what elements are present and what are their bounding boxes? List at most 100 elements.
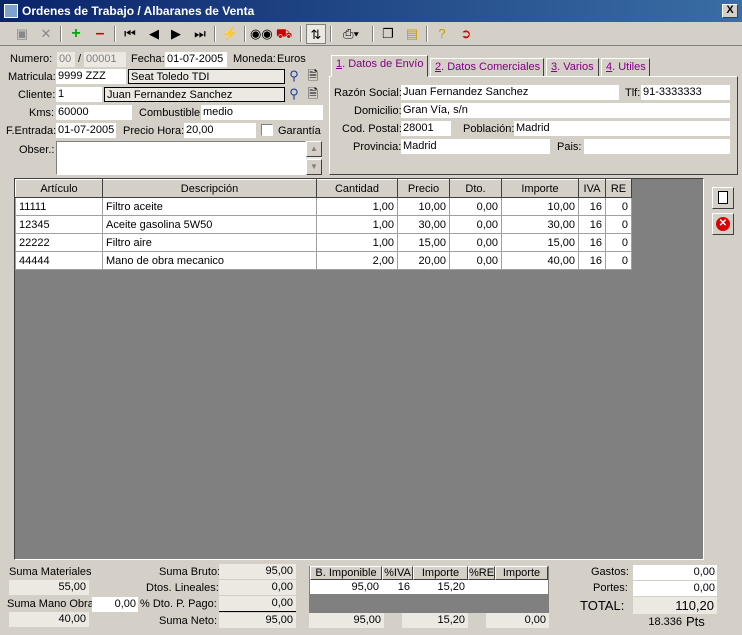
cell-re[interactable]: 0 [605,215,632,234]
cell-importe[interactable]: 40,00 [501,251,579,270]
domicilio-field[interactable]: Gran Vía, s/n [401,103,730,118]
cell-articulo[interactable]: 12345 [15,215,103,234]
column-header[interactable]: IVA [578,179,606,198]
sort-icon[interactable]: ⇅ [306,24,326,44]
table-row[interactable]: 44444 Mano de obra mecanico 2,00 20,00 0… [15,251,632,270]
add-icon[interactable]: + [66,24,86,44]
fecha-field[interactable]: 01-07-2005 [165,52,227,67]
obser-textarea[interactable] [56,141,306,175]
cell-articulo[interactable]: 44444 [15,251,103,270]
cell-iva[interactable]: 16 [578,233,606,252]
cell-precio[interactable]: 10,00 [397,197,450,216]
kms-field[interactable]: 60000 [56,105,132,120]
cell-cantidad[interactable]: 1,00 [316,215,398,234]
razon-field[interactable]: Juan Fernandez Sanchez [401,85,619,100]
print-icon[interactable]: ⎙▾ [336,24,366,44]
document-search-icon[interactable]: 🗎 [305,68,321,84]
scroll-down-icon[interactable]: ▼ [306,159,322,175]
new-line-button[interactable] [712,187,734,209]
cell-articulo[interactable]: 11111 [15,197,103,216]
cell-precio[interactable]: 20,00 [397,251,450,270]
cell-cantidad[interactable]: 1,00 [316,197,398,216]
matricula-field[interactable]: 9999 ZZZ [56,69,126,84]
cell-articulo[interactable]: 22222 [15,233,103,252]
exit-icon[interactable]: ➲ [456,24,476,44]
dto-pp-pct-field[interactable]: 0,00 [92,597,138,612]
provincia-field[interactable]: Madrid [401,139,550,154]
close-button[interactable]: X [722,4,738,18]
last-icon[interactable]: ⏭ [190,24,210,44]
tab-varios[interactable]: 3. Varios [546,58,599,77]
tab-datos-envio[interactable]: 1. Datos de Envío [331,55,428,77]
tab-datos-comerciales[interactable]: 2. Datos Comerciales [430,58,544,77]
column-header[interactable]: Artículo [15,179,103,198]
precio-hora-field[interactable]: 20,00 [184,123,256,138]
cell-dto[interactable]: 0,00 [449,233,502,252]
suma-neto-value: 95,00 [219,613,296,628]
cell-re[interactable]: 0 [605,251,632,270]
search-icon[interactable]: ⚲ [286,68,302,84]
cell-importe[interactable]: 15,00 [501,233,579,252]
fentrada-field[interactable]: 01-07-2005 [56,123,116,138]
kms-label: Kms: [29,107,55,119]
combustible-field[interactable]: medio [201,105,323,120]
cell-precio[interactable]: 30,00 [397,215,450,234]
scroll-up-icon[interactable]: ▲ [306,141,322,157]
cell-iva[interactable]: 16 [578,215,606,234]
numero-field[interactable]: 00001 [84,52,126,67]
cell-descripcion[interactable]: Mano de obra mecanico [102,251,317,270]
cancel-icon[interactable]: ✕ [36,24,56,44]
obser-scrollbar[interactable]: ▲ ▼ [306,141,322,175]
cliente-code-field[interactable]: 1 [56,87,102,102]
cell-iva[interactable]: 16 [578,251,606,270]
iva-total-importe: 15,20 [402,613,468,628]
cell-descripcion[interactable]: Aceite gasolina 5W50 [102,215,317,234]
document-search-icon[interactable]: 🗎 [305,86,321,102]
portes-field[interactable]: 0,00 [633,581,717,596]
cell-cantidad[interactable]: 1,00 [316,233,398,252]
cell-cantidad[interactable]: 2,00 [316,251,398,270]
cell-dto[interactable]: 0,00 [449,251,502,270]
cell-precio[interactable]: 15,00 [397,233,450,252]
table-row[interactable]: 22222 Filtro aire 1,00 15,00 0,00 15,00 … [15,233,632,252]
numero-serie-field[interactable]: 00 [57,52,75,67]
poblacion-field[interactable]: Madrid [514,121,730,136]
column-header[interactable]: Descripción [102,179,317,198]
cp-field[interactable]: 28001 [401,121,451,136]
binoculars-icon[interactable]: ◉◉ [250,24,273,44]
cell-re[interactable]: 0 [605,233,632,252]
lines-grid[interactable]: Artículo Descripción Cantidad Precio Dto… [14,178,704,560]
first-icon[interactable]: ⏮ [120,24,140,44]
gastos-field[interactable]: 0,00 [633,565,717,580]
column-header[interactable]: RE [605,179,632,198]
lightning-icon[interactable]: ⚡ [220,24,240,44]
column-header[interactable]: Importe [501,179,579,198]
next-icon[interactable]: ▶ [166,24,186,44]
pais-field[interactable] [584,139,730,154]
help-icon[interactable]: ? [432,24,452,44]
garantia-checkbox[interactable] [261,124,273,136]
cell-iva[interactable]: 16 [578,197,606,216]
column-header[interactable]: Dto. [449,179,502,198]
save-icon[interactable]: ▣ [12,24,32,44]
column-header[interactable]: Precio [397,179,450,198]
delete-icon[interactable]: – [90,24,110,44]
cell-importe[interactable]: 30,00 [501,215,579,234]
truck-icon[interactable]: ⛟ [274,24,294,44]
tab-utiles[interactable]: 4. Utiles [601,58,650,77]
table-row[interactable]: 11111 Filtro aceite 1,00 10,00 0,00 10,0… [15,197,632,216]
cell-dto[interactable]: 0,00 [449,215,502,234]
cell-descripcion[interactable]: Filtro aceite [102,197,317,216]
cell-dto[interactable]: 0,00 [449,197,502,216]
copy-icon[interactable]: ❐ [378,24,398,44]
tlf-field[interactable]: 91-3333333 [641,85,730,100]
table-row[interactable]: 12345 Aceite gasolina 5W50 1,00 30,00 0,… [15,215,632,234]
cell-re[interactable]: 0 [605,197,632,216]
note-icon[interactable]: ▤ [402,24,422,44]
cell-descripcion[interactable]: Filtro aire [102,233,317,252]
search-icon[interactable]: ⚲ [286,86,302,102]
column-header[interactable]: Cantidad [316,179,398,198]
delete-line-button[interactable]: ✕ [712,213,734,235]
prev-icon[interactable]: ◀ [144,24,164,44]
cell-importe[interactable]: 10,00 [501,197,579,216]
